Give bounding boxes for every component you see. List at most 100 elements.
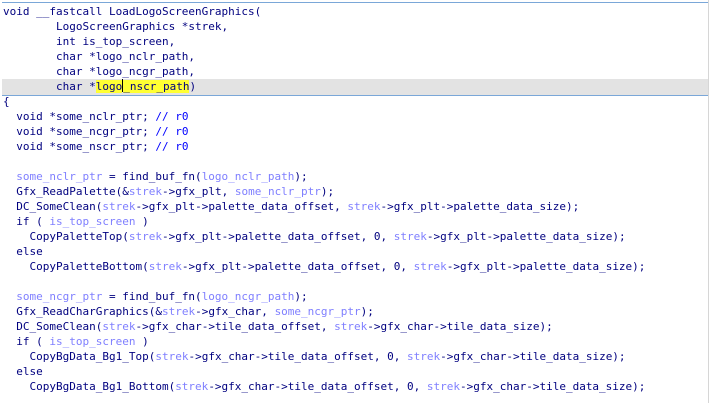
code-line[interactable]: else xyxy=(3,364,645,379)
code-line[interactable]: char *logo_ncgr_path, xyxy=(3,64,645,79)
comment-token[interactable]: // r0 xyxy=(155,125,188,138)
code-token[interactable]: LogoScreenGraphics *strek, xyxy=(3,20,228,33)
code-token[interactable]: CopyBgData_Bg1_Top( xyxy=(3,350,155,363)
code-token[interactable]: ->gfx_plt->palette_data_size); xyxy=(447,260,646,273)
code-token[interactable]: ->gfx_char->tile_data_size); xyxy=(460,380,645,393)
code-line[interactable]: void __fastcall LoadLogoScreenGraphics( xyxy=(3,4,645,19)
variable-token[interactable]: strek xyxy=(175,380,208,393)
code-token[interactable]: if ( xyxy=(3,215,49,228)
code-token[interactable]: ->gfx_plt->palette_data_offset, 0, xyxy=(162,230,394,243)
variable-token[interactable]: strek xyxy=(347,200,380,213)
code-text-area[interactable]: void __fastcall LoadLogoScreenGraphics( … xyxy=(3,4,645,394)
variable-token[interactable]: strek xyxy=(162,305,195,318)
code-line[interactable]: Gfx_ReadCharGraphics(&strek->gfx_char, s… xyxy=(3,304,645,319)
variable-token[interactable]: strek xyxy=(407,350,440,363)
code-token[interactable]: int is_top_screen, xyxy=(3,35,175,48)
code-token[interactable]: ); xyxy=(294,170,307,183)
code-line[interactable]: if ( is_top_screen ) xyxy=(3,334,645,349)
variable-token[interactable]: is_top_screen xyxy=(49,215,135,228)
variable-token[interactable]: strek xyxy=(149,260,182,273)
code-token[interactable]: ->gfx_plt, xyxy=(162,185,235,198)
variable-token[interactable]: strek xyxy=(102,200,135,213)
variable-token[interactable]: some_ncgr_ptr xyxy=(275,305,361,318)
code-line[interactable]: void *some_ncgr_ptr; // r0 xyxy=(3,124,645,139)
variable-token[interactable]: strek xyxy=(334,320,367,333)
code-token[interactable]: Gfx_ReadCharGraphics(& xyxy=(3,305,162,318)
code-token[interactable]: if ( xyxy=(3,335,49,348)
code-token[interactable]: ); xyxy=(321,185,334,198)
code-token[interactable]: void *some_nclr_ptr; xyxy=(3,110,155,123)
code-token[interactable]: char *logo_nclr_path, xyxy=(3,50,195,63)
code-token[interactable] xyxy=(3,170,16,183)
code-token[interactable]: ) xyxy=(189,80,196,93)
code-line[interactable]: DC_SomeClean(strek->gfx_char->tile_data_… xyxy=(3,319,645,334)
code-line[interactable]: char *logo_nclr_path, xyxy=(3,49,645,64)
code-token[interactable]: ); xyxy=(361,305,374,318)
code-token[interactable]: CopyBgData_Bg1_Bottom( xyxy=(3,380,175,393)
code-token[interactable]: DC_SomeClean( xyxy=(3,200,102,213)
code-token[interactable]: void __fastcall LoadLogoScreenGraphics( xyxy=(3,5,261,18)
code-token[interactable]: ->gfx_char->tile_data_offset, 0, xyxy=(188,350,407,363)
code-line[interactable]: void *some_nscr_ptr; // r0 xyxy=(3,139,645,154)
code-token[interactable]: ); xyxy=(294,290,307,303)
variable-token[interactable]: some_ncgr_ptr xyxy=(16,290,102,303)
variable-token[interactable]: strek xyxy=(155,350,188,363)
variable-token[interactable]: strek xyxy=(394,230,427,243)
code-token[interactable]: = find_buf_fn( xyxy=(102,170,202,183)
code-line[interactable]: { xyxy=(3,94,645,109)
code-line[interactable]: void *some_nclr_ptr; // r0 xyxy=(3,109,645,124)
variable-token[interactable]: strek xyxy=(129,230,162,243)
code-token[interactable]: ) xyxy=(135,335,149,348)
code-token[interactable]: ->gfx_plt->palette_data_offset, 0, xyxy=(182,260,414,273)
code-token[interactable] xyxy=(3,290,16,303)
code-line[interactable]: some_nclr_ptr = find_buf_fn(logo_nclr_pa… xyxy=(3,169,645,184)
code-token[interactable]: ->gfx_char->tile_data_size); xyxy=(440,350,625,363)
code-line[interactable]: CopyPaletteTop(strek->gfx_plt->palette_d… xyxy=(3,229,645,244)
pseudocode-view[interactable]: void __fastcall LoadLogoScreenGraphics( … xyxy=(0,0,709,403)
variable-token[interactable]: some_nclr_ptr xyxy=(235,185,321,198)
code-line[interactable]: LogoScreenGraphics *strek, xyxy=(3,19,645,34)
variable-token[interactable]: strek xyxy=(102,320,135,333)
code-token[interactable]: Gfx_ReadPalette(& xyxy=(3,185,129,198)
code-token[interactable]: ) xyxy=(135,215,149,228)
code-line[interactable]: int is_top_screen, xyxy=(3,34,645,49)
code-line[interactable]: else xyxy=(3,244,645,259)
code-line[interactable]: char *logo_nscr_path) xyxy=(3,79,645,94)
code-token[interactable]: ->gfx_plt->palette_data_size); xyxy=(381,200,580,213)
code-token[interactable]: else xyxy=(3,245,43,258)
code-token[interactable]: ->gfx_char->tile_data_offset, 0, xyxy=(208,380,427,393)
code-token[interactable]: else xyxy=(3,365,43,378)
variable-token[interactable]: strek xyxy=(414,260,447,273)
code-token[interactable]: void *some_ncgr_ptr; xyxy=(3,125,155,138)
code-token[interactable]: ->gfx_plt->palette_data_size); xyxy=(427,230,626,243)
code-token[interactable]: char * xyxy=(3,80,96,93)
code-token[interactable]: CopyPaletteBottom( xyxy=(3,260,148,273)
code-line[interactable]: DC_SomeClean(strek->gfx_plt->palette_dat… xyxy=(3,199,645,214)
selected-identifier-token[interactable]: _nscr_path xyxy=(123,80,190,93)
code-line[interactable]: CopyPaletteBottom(strek->gfx_plt->palett… xyxy=(3,259,645,274)
variable-token[interactable]: logo_nclr_path xyxy=(202,170,295,183)
code-token[interactable]: = find_buf_fn( xyxy=(102,290,202,303)
code-line[interactable]: CopyBgData_Bg1_Top(strek->gfx_char->tile… xyxy=(3,349,645,364)
variable-token[interactable]: strek xyxy=(427,380,460,393)
code-token[interactable]: char *logo_ncgr_path, xyxy=(3,65,195,78)
code-token[interactable]: CopyPaletteTop( xyxy=(3,230,128,243)
comment-token[interactable]: // r0 xyxy=(155,140,188,153)
code-token[interactable]: ->gfx_plt->palette_data_offset, xyxy=(135,200,347,213)
code-line[interactable] xyxy=(3,274,645,289)
variable-token[interactable]: is_top_screen xyxy=(49,335,135,348)
code-token[interactable]: ->gfx_char, xyxy=(195,305,274,318)
code-line[interactable]: if ( is_top_screen ) xyxy=(3,214,645,229)
code-line[interactable] xyxy=(3,154,645,169)
selected-identifier-token[interactable]: logo xyxy=(95,80,123,93)
code-line[interactable]: some_ncgr_ptr = find_buf_fn(logo_ncgr_pa… xyxy=(3,289,645,304)
variable-token[interactable]: some_nclr_ptr xyxy=(16,170,102,183)
variable-token[interactable]: logo_ncgr_path xyxy=(202,290,295,303)
comment-token[interactable]: // r0 xyxy=(155,110,188,123)
code-token[interactable]: DC_SomeClean( xyxy=(3,320,102,333)
code-token[interactable]: ->gfx_char->tile_data_size); xyxy=(367,320,552,333)
code-token[interactable]: ->gfx_char->tile_data_offset, xyxy=(135,320,334,333)
code-token[interactable]: { xyxy=(3,95,10,108)
code-line[interactable]: Gfx_ReadPalette(&strek->gfx_plt, some_nc… xyxy=(3,184,645,199)
code-line[interactable]: CopyBgData_Bg1_Bottom(strek->gfx_char->t… xyxy=(3,379,645,394)
